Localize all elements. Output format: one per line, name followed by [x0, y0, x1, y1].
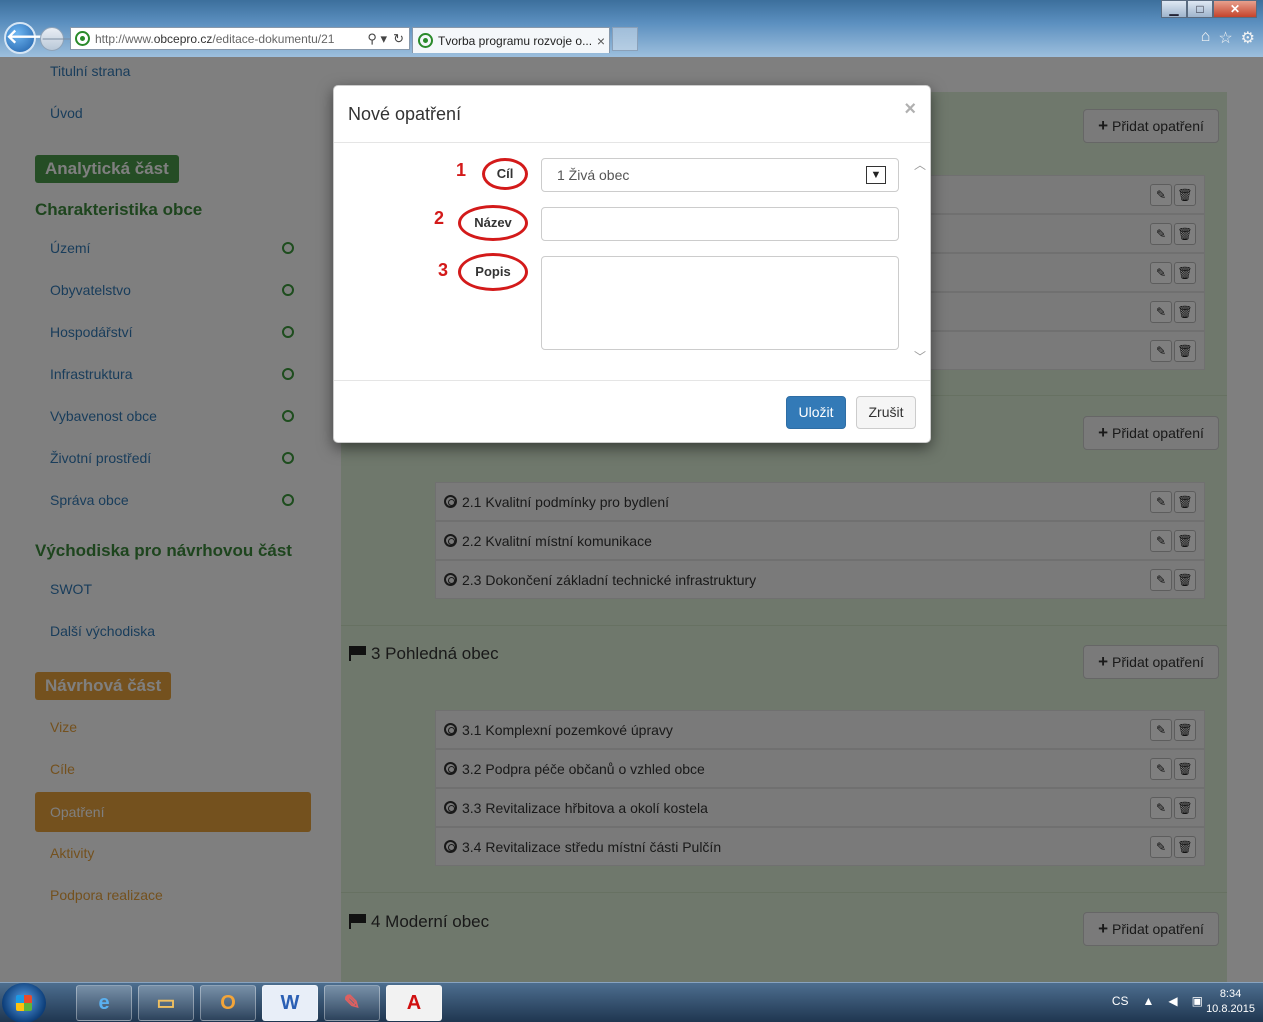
close-icon[interactable]: × — [904, 98, 916, 121]
internet-explorer-icon[interactable]: e — [76, 985, 132, 1021]
url-text[interactable]: http://www.obcepro.cz/editace-dokumentu/… — [95, 32, 362, 46]
clock-time: 8:34 — [1219, 988, 1242, 1000]
start-button[interactable] — [2, 983, 46, 1022]
site-favicon-icon — [75, 31, 90, 46]
minimize-button[interactable]: ▁ — [1161, 0, 1187, 18]
tab-close-icon[interactable]: × — [593, 33, 609, 49]
url-path: /editace-dokumentu/21 — [212, 31, 335, 46]
chevron-down-icon[interactable]: ▼ — [866, 166, 886, 184]
title-bar — [0, 0, 1263, 22]
home-icon[interactable]: ⌂ — [1201, 28, 1211, 48]
cancel-button[interactable]: Zrušit — [856, 396, 916, 429]
clock-date: 10.8.2015 — [1206, 1003, 1255, 1015]
tab-favicon-icon — [418, 33, 433, 48]
description-label: Popis — [458, 253, 528, 291]
clock[interactable]: 8:34 10.8.2015 — [1206, 987, 1255, 1017]
goal-label: Cíl — [482, 158, 528, 190]
new-tab-button[interactable] — [612, 27, 638, 51]
search-dropdown-icon[interactable]: ⚲ ▾ — [367, 31, 387, 47]
annotation-number: 2 — [434, 208, 445, 228]
scroll-up-icon[interactable]: ︿ — [914, 156, 926, 173]
close-window-button[interactable]: ✕ — [1213, 0, 1257, 18]
goal-select[interactable]: 1 Živá obec ▼ — [541, 158, 899, 192]
favorites-icon[interactable]: ☆ — [1218, 28, 1232, 48]
url-prefix: http://www. — [95, 31, 154, 46]
browser-tools: ⌂ ☆ ⚙ — [1201, 28, 1255, 48]
show-hidden-icons-icon[interactable]: ▲ — [1143, 994, 1155, 1008]
forward-button[interactable]: 🡒 — [40, 27, 76, 51]
file-explorer-icon[interactable]: ▭ — [138, 985, 194, 1021]
annotation-number: 1 — [456, 160, 467, 180]
new-measure-dialog: Nové opatření × 1 Cíl 1 Živá obec ▼ 2 Náz… — [333, 85, 931, 443]
address-bar[interactable]: http://www.obcepro.cz/editace-dokumentu/… — [70, 27, 410, 50]
browser-tab-active[interactable]: Tvorba programu rozvoje o... × — [412, 27, 610, 53]
address-actions: ⚲ ▾ ↻ — [362, 31, 409, 47]
web-page: Titulní strana Úvod Analytická část Char… — [0, 57, 1263, 982]
network-icon[interactable]: ▣ — [1192, 994, 1203, 1008]
back-button[interactable]: 🡐 — [4, 22, 60, 54]
dialog-header-divider — [334, 142, 930, 143]
word-icon[interactable]: W — [262, 985, 318, 1021]
paint-icon[interactable]: ✎ — [324, 985, 380, 1021]
tab-title: Tvorba programu rozvoje o... — [438, 33, 593, 48]
system-tray: CS ▲ ◀ ▣ — [1112, 994, 1203, 1008]
browser-chrome: ▁ □ ✕ 🡐 🡒 http://www.obcepro.cz/editace-… — [0, 0, 1263, 57]
name-label: Název — [458, 205, 528, 241]
dialog-title: Nové opatření — [348, 104, 462, 124]
name-input[interactable] — [541, 207, 899, 241]
language-indicator[interactable]: CS — [1112, 994, 1129, 1008]
annotation-number: 3 — [438, 260, 449, 280]
window-controls: ▁ □ ✕ — [1161, 0, 1257, 18]
acrobat-icon[interactable]: A — [386, 985, 442, 1021]
volume-icon[interactable]: ◀ — [1168, 994, 1177, 1008]
save-button[interactable]: Uložit — [786, 396, 846, 429]
settings-icon[interactable]: ⚙ — [1241, 28, 1255, 48]
maximize-button[interactable]: □ — [1187, 0, 1213, 18]
description-textarea[interactable] — [541, 256, 899, 350]
goal-selected-value: 1 Živá obec — [557, 167, 630, 183]
scroll-down-icon[interactable]: ﹀ — [914, 348, 926, 365]
outlook-icon[interactable]: O — [200, 985, 256, 1021]
dialog-footer-divider — [334, 380, 930, 381]
refresh-icon[interactable]: ↻ — [393, 31, 404, 47]
url-domain: obcepro.cz — [153, 31, 213, 46]
windows-taskbar: e ▭ O W ✎ A CS ▲ ◀ ▣ 8:34 10.8.2015 — [0, 982, 1263, 1022]
